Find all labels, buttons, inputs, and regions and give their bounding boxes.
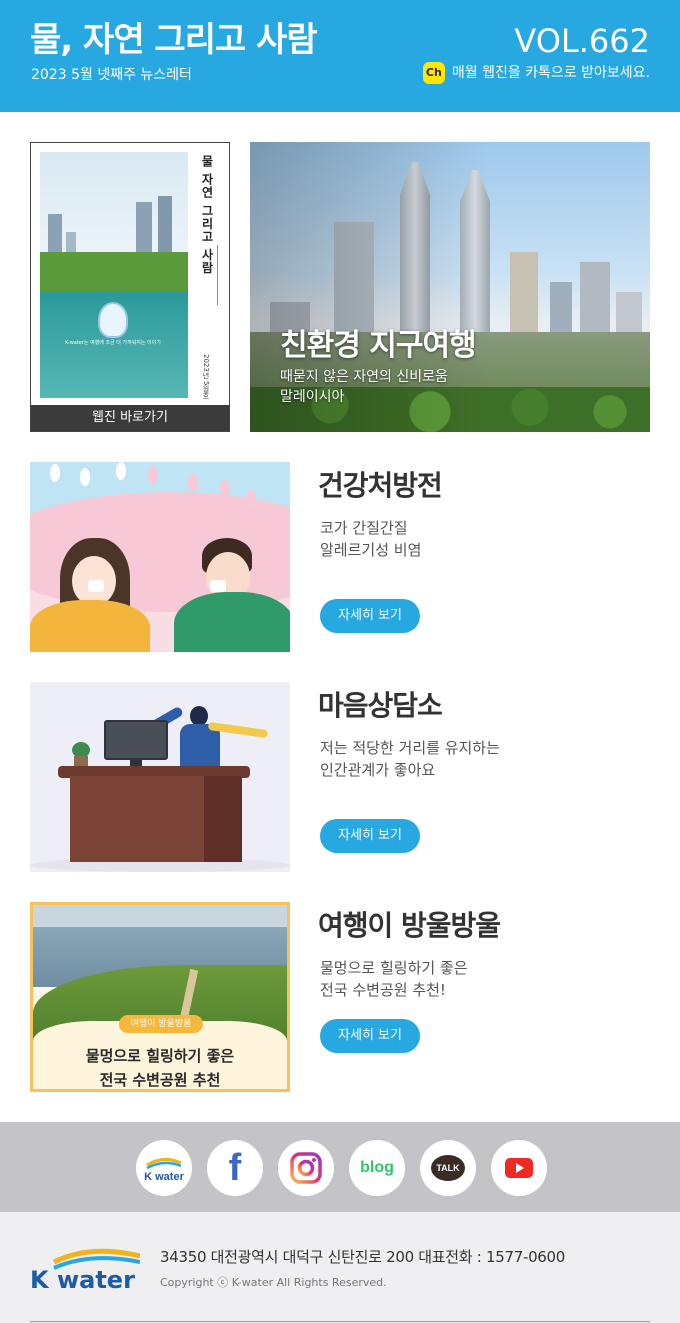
- feature-subtitle: 때묻지 않은 자연의 신비로움: [280, 369, 448, 385]
- webzine-link-button[interactable]: 웹진 바로가기: [31, 405, 229, 431]
- article-travel-title[interactable]: 여행이 방울방울: [318, 908, 501, 944]
- newsletter-title: 물, 자연 그리고 사람: [30, 20, 318, 60]
- article-health-more-button[interactable]: 자세히 보기: [320, 599, 420, 633]
- instagram-icon[interactable]: [278, 1140, 334, 1196]
- feature-title: 친환경 지구여행: [280, 328, 477, 363]
- youtube-icon[interactable]: [491, 1140, 547, 1196]
- article-travel-thumbnail[interactable]: 여행이 방울방울 물멍으로 힐링하기 좋은 전국 수변공원 추천: [30, 902, 290, 1092]
- article-health-desc-line1: 코가 간질간질: [320, 519, 408, 537]
- blog-label: blog: [360, 1159, 394, 1176]
- kakao-subscribe-link[interactable]: Ch 매월 웹진을 카톡으로 받아보세요.: [422, 62, 650, 84]
- article-health-title[interactable]: 건강처방전: [318, 468, 443, 504]
- cover-issue-date: 2023년 5월호: [202, 353, 210, 400]
- blog-icon[interactable]: blog: [349, 1140, 405, 1196]
- footer: K water 34350 대전광역시 대덕구 신탄진로 200 대표전화 : …: [0, 1212, 680, 1323]
- webzine-cover-image: K-water는 여행에 조금 더 가까워지는 이야기: [40, 152, 188, 398]
- talk-label: TALK: [436, 1163, 460, 1173]
- article-counseling: 마음상담소 저는 적당한 거리를 유지하는 인간관계가 좋아요 자세히 보기: [30, 682, 650, 872]
- kwater-logo[interactable]: K water: [30, 1266, 135, 1294]
- travel-badge: 여행이 방울방울: [119, 1015, 203, 1033]
- article-counseling-desc-line2: 인간관계가 좋아요: [320, 761, 436, 779]
- feature-travel-banner[interactable]: 친환경 지구여행 때묻지 않은 자연의 신비로움 말레이시아: [250, 142, 650, 432]
- kakao-subscribe-text: 매월 웹진을 카톡으로 받아보세요.: [451, 65, 650, 81]
- article-travel-more-button[interactable]: 자세히 보기: [320, 1019, 420, 1053]
- article-health-thumbnail[interactable]: [30, 462, 290, 652]
- footer-copyright: Copyright ⓒ K-water All Rights Reserved.: [160, 1276, 387, 1289]
- article-health: 건강처방전 코가 간질간질 알레르기성 비염 자세히 보기: [30, 462, 650, 652]
- webzine-cover-card[interactable]: K-water는 여행에 조금 더 가까워지는 이야기 물 자연 그리고 사람 …: [30, 142, 230, 432]
- travel-thumb-line1: 물멍으로 힐링하기 좋은: [85, 1047, 235, 1065]
- volume-number: VOL.662: [514, 22, 650, 60]
- newsletter-issue-date: 2023 5월 넷째주 뉴스레터: [31, 67, 192, 83]
- article-counseling-thumbnail[interactable]: [30, 682, 290, 872]
- article-travel-desc-line1: 물멍으로 힐링하기 좋은: [320, 959, 468, 977]
- sns-bar: K water f blog TALK: [0, 1122, 680, 1212]
- facebook-icon[interactable]: f: [207, 1140, 263, 1196]
- article-travel: 여행이 방울방울 물멍으로 힐링하기 좋은 전국 수변공원 추천 여행이 방울방…: [30, 902, 650, 1092]
- kakaotalk-icon[interactable]: TALK: [420, 1140, 476, 1196]
- facebook-glyph: f: [228, 1147, 242, 1189]
- cover-caption: K-water는 여행에 조금 더 가까워지는 이야기: [65, 340, 161, 346]
- article-counseling-desc-line1: 저는 적당한 거리를 유지하는: [320, 739, 500, 757]
- article-health-desc-line2: 알레르기성 비염: [320, 541, 422, 559]
- kwater-home-icon[interactable]: K water: [136, 1140, 192, 1196]
- article-travel-desc-line2: 전국 수변공원 추천!: [320, 981, 446, 999]
- article-counseling-title[interactable]: 마음상담소: [318, 688, 443, 724]
- newsletter-header: 물, 자연 그리고 사람 2023 5월 넷째주 뉴스레터 VOL.662 Ch…: [0, 0, 680, 112]
- mascot-illustration: [98, 302, 128, 338]
- footer-address: 34350 대전광역시 대덕구 신탄진로 200 대표전화 : 1577-060…: [160, 1248, 566, 1266]
- kakao-channel-icon: Ch: [422, 62, 445, 84]
- feature-destination: 말레이시아: [280, 389, 345, 405]
- kwater-icon-label: K water: [144, 1171, 184, 1183]
- travel-thumb-line2: 전국 수변공원 추천: [99, 1071, 221, 1089]
- cover-vertical-title: 물 자연 그리고 사람: [200, 155, 214, 275]
- article-counseling-more-button[interactable]: 자세히 보기: [320, 819, 420, 853]
